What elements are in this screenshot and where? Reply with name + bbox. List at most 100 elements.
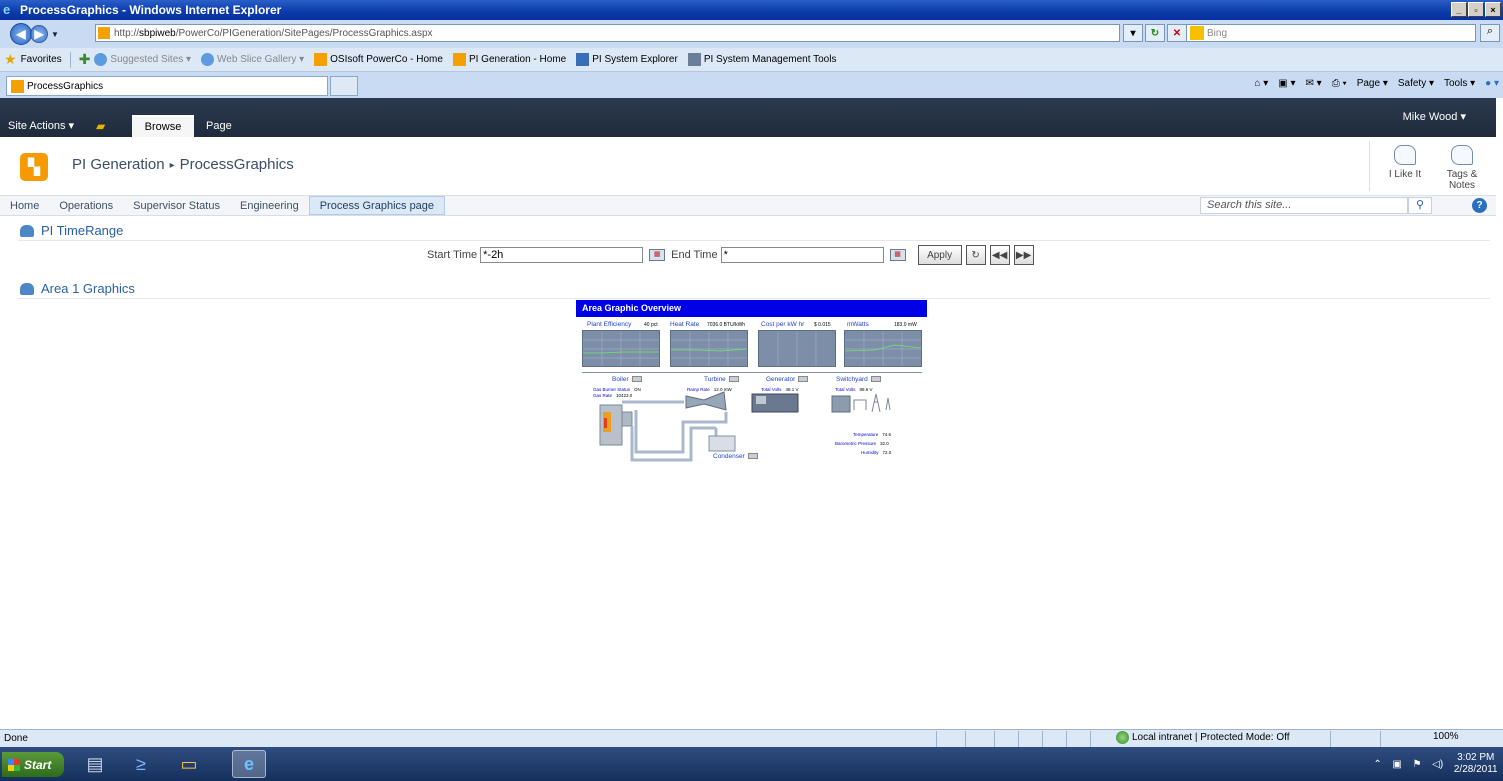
boiler-stack-shape xyxy=(621,411,633,427)
site-search-icon[interactable]: ⚲ xyxy=(1408,197,1432,214)
history-dropdown-icon[interactable]: ▼ xyxy=(51,30,59,39)
status-divider xyxy=(1090,731,1091,747)
site-search-input[interactable]: Search this site... xyxy=(1200,197,1408,214)
ie-icon xyxy=(201,53,215,66)
fav-pi-generation[interactable]: PI Generation - Home xyxy=(452,53,567,66)
status-bar: Done Local intranet | Protected Mode: Of… xyxy=(0,729,1503,747)
print-icon[interactable]: ⎙ ▾ xyxy=(1332,78,1347,89)
site-actions-menu[interactable]: Site Actions ▾ xyxy=(8,119,74,132)
transformer-shape xyxy=(831,395,851,413)
explorer-folder-icon[interactable]: ▭ xyxy=(172,750,206,778)
process-diagram xyxy=(599,391,891,462)
window-controls: _ ▫ × xyxy=(1451,2,1501,17)
page-menu[interactable]: Page ▾ xyxy=(1357,78,1388,89)
search-box[interactable]: Bing xyxy=(1186,24,1476,42)
network-icon[interactable]: ▣ xyxy=(1392,759,1401,770)
address-tools: ▾ ↻ ✕ xyxy=(1123,24,1187,42)
tab-browse[interactable]: Browse xyxy=(132,115,194,137)
windows-flag-icon xyxy=(8,758,20,771)
help-icon[interactable]: ? xyxy=(1472,198,1487,213)
volume-icon[interactable]: ◁) xyxy=(1432,759,1443,770)
ie-icon xyxy=(94,53,108,66)
process-graphic[interactable]: Area Graphic Overview Plant Efficiency 4… xyxy=(576,300,927,466)
sharepoint-icon xyxy=(452,53,466,66)
favorites-star-icon[interactable]: ★ xyxy=(4,51,17,68)
tab-processgraphics[interactable]: ProcessGraphics xyxy=(6,76,328,96)
server-manager-icon[interactable]: ▤ xyxy=(78,750,112,778)
nav-process-graphics[interactable]: Process Graphics page xyxy=(308,196,446,215)
home-icon[interactable]: ⌂ ▾ xyxy=(1254,78,1268,89)
address-dropdown-icon[interactable]: ▾ xyxy=(1123,24,1143,42)
nav-supervisor-status[interactable]: Supervisor Status xyxy=(123,196,230,215)
apply-button[interactable]: Apply xyxy=(917,245,962,265)
end-calendar-icon[interactable]: ▦ xyxy=(889,249,906,261)
end-time-input[interactable] xyxy=(720,247,884,263)
graphics-title: Area 1 Graphics xyxy=(41,281,135,296)
fav-osisoft-powerco[interactable]: OSIsoft PowerCo - Home xyxy=(314,53,443,66)
favorites-button[interactable]: Favorites xyxy=(21,54,62,65)
maximize-button[interactable]: ▫ xyxy=(1468,2,1484,17)
fav-label: PI Generation - Home xyxy=(468,54,567,65)
breadcrumb: PI Generation ▸ ProcessGraphics xyxy=(72,156,294,173)
start-time-input[interactable] xyxy=(480,247,644,263)
fav-pi-system-management-tools[interactable]: PI System Management Tools xyxy=(687,53,837,66)
step-back-icon[interactable]: ◀◀ xyxy=(989,245,1010,265)
tools-menu[interactable]: Tools ▾ xyxy=(1444,78,1475,89)
fav-pi-system-explorer[interactable]: PI System Explorer xyxy=(576,53,678,66)
user-menu[interactable]: Mike Wood ▾ xyxy=(1403,110,1466,123)
nav-operations[interactable]: Operations xyxy=(49,196,123,215)
url-field[interactable]: http://sbpiweb/PowerCo/PIGeneration/Site… xyxy=(95,24,1120,42)
system-tray: ⌃ ▣ ⚑ ◁) 3:02 PM 2/28/2011 xyxy=(1368,747,1503,781)
clock-time: 3:02 PM xyxy=(1457,752,1495,763)
tags-notes-button[interactable]: Tags & Notes xyxy=(1440,145,1484,191)
start-calendar-icon[interactable]: ▦ xyxy=(649,249,666,261)
feeds-icon[interactable]: ▣ ▾ xyxy=(1278,78,1295,89)
like-icon xyxy=(1394,145,1416,165)
add-favorite-icon[interactable]: ✚ xyxy=(79,51,91,68)
search-go-icon[interactable]: ⌕ xyxy=(1480,24,1500,42)
webpart-icon xyxy=(20,224,34,237)
navigate-up-icon[interactable]: ▰ xyxy=(96,119,105,133)
i-like-it-button[interactable]: I Like It xyxy=(1383,145,1427,180)
fav-suggested-sites[interactable]: Suggested Sites ▾ xyxy=(94,53,191,66)
nav-home[interactable]: Home xyxy=(0,196,49,215)
mail-icon[interactable]: ✉ ▾ xyxy=(1306,78,1322,89)
sharepoint-ribbon: Site Actions ▾ ▰ Browse Page Mike Wood ▾ xyxy=(0,98,1496,137)
turbine-shape xyxy=(685,391,727,411)
security-zone[interactable]: Local intranet | Protected Mode: Off xyxy=(1116,731,1290,744)
address-bar: ◀ ▶ ▼ http://sbpiweb/PowerCo/PIGeneratio… xyxy=(0,20,1503,48)
condenser-shape xyxy=(708,435,736,452)
minimize-button[interactable]: _ xyxy=(1451,2,1467,17)
forward-button[interactable]: ▶ xyxy=(30,25,48,43)
nav-engineering[interactable]: Engineering xyxy=(230,196,309,215)
tags-notes-label: Tags & Notes xyxy=(1446,169,1478,191)
step-forward-icon[interactable]: ▶▶ xyxy=(1013,245,1034,265)
zoom-level[interactable]: 100% xyxy=(1433,731,1459,742)
new-tab-button[interactable] xyxy=(330,76,358,96)
back-button[interactable]: ◀ xyxy=(10,23,32,45)
boiler-fire-shape xyxy=(604,418,607,428)
refresh-time-icon[interactable]: ↻ xyxy=(965,245,986,265)
help-menu-icon[interactable]: ● ▾ xyxy=(1485,78,1499,89)
clock[interactable]: 3:02 PM 2/28/2011 xyxy=(1454,752,1498,776)
sharepoint-icon xyxy=(314,53,328,66)
site-logo-icon[interactable]: ▚ xyxy=(20,153,48,181)
refresh-icon[interactable]: ↻ xyxy=(1145,24,1165,42)
tab-page[interactable]: Page xyxy=(206,120,232,132)
powershell-icon[interactable]: ≥ xyxy=(124,750,158,778)
webpart-icon xyxy=(20,282,34,295)
close-button[interactable]: × xyxy=(1485,2,1501,17)
status-divider xyxy=(1042,731,1043,747)
breadcrumb-site[interactable]: PI Generation xyxy=(72,156,165,173)
fav-label: PI System Management Tools xyxy=(703,54,837,65)
fav-web-slice-gallery[interactable]: Web Slice Gallery ▾ xyxy=(201,53,304,66)
status-divider xyxy=(1330,731,1331,747)
internet-explorer-icon[interactable]: e xyxy=(232,750,266,778)
tray-expand-icon[interactable]: ⌃ xyxy=(1373,759,1381,770)
tab-label: ProcessGraphics xyxy=(27,80,104,92)
fav-label: OSIsoft PowerCo - Home xyxy=(330,54,443,65)
action-center-flag-icon[interactable]: ⚑ xyxy=(1413,759,1422,770)
stop-icon[interactable]: ✕ xyxy=(1167,24,1187,42)
safety-menu[interactable]: Safety ▾ xyxy=(1398,78,1434,89)
start-button[interactable]: Start xyxy=(2,752,64,777)
